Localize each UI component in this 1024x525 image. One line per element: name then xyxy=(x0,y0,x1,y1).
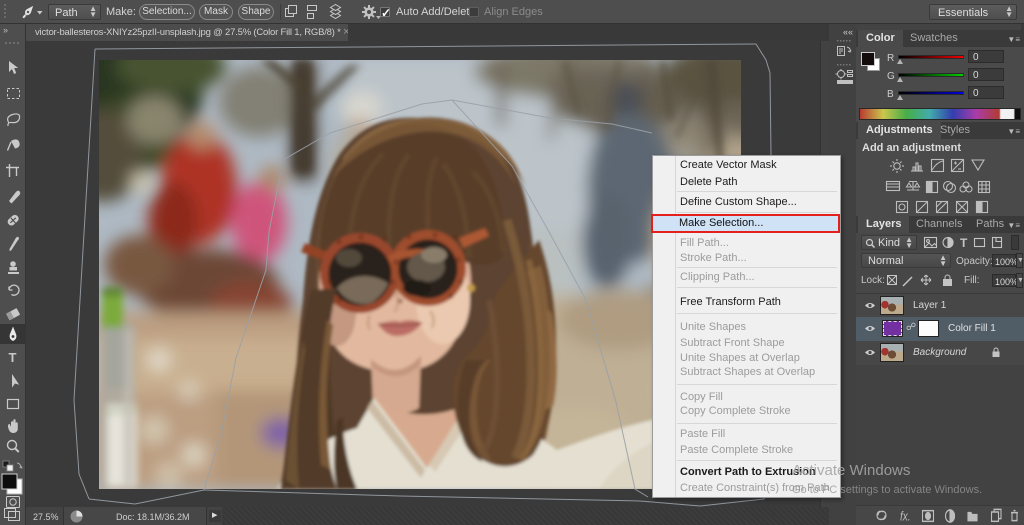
svg-text:T: T xyxy=(9,350,17,365)
svg-text:T: T xyxy=(960,236,968,250)
svg-text:fx.: fx. xyxy=(900,509,911,524)
svg-text:»: » xyxy=(3,25,8,35)
